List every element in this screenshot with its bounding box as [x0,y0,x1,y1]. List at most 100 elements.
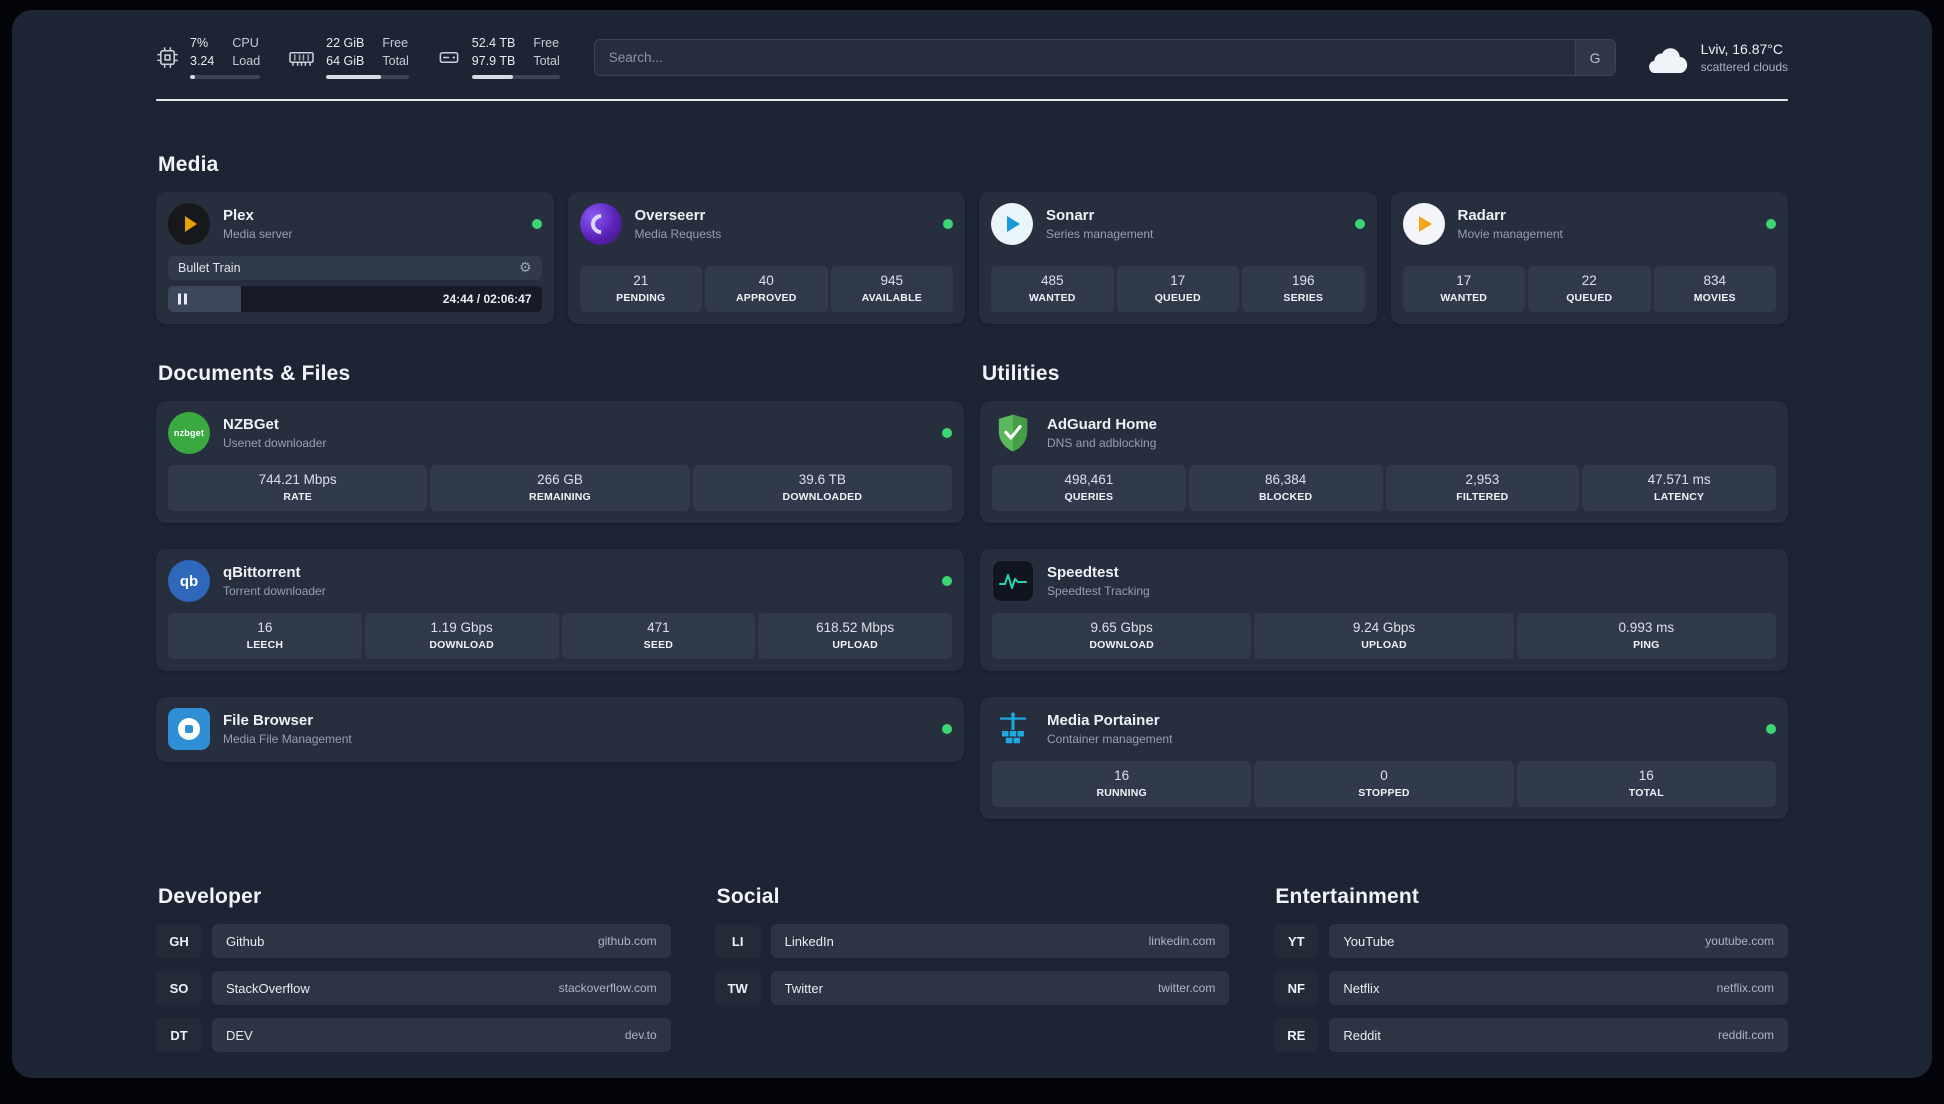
bookmark-row: NF Netflix netflix.com [1273,971,1788,1006]
disk-free-value: 52.4 TB [471,36,516,50]
service-card-speedtest[interactable]: Speedtest Speedtest Tracking 9.65 Gbps D… [980,549,1788,672]
service-card-radarr[interactable]: Radarr Movie management 17 WANTED 22 QUE… [1390,192,1788,325]
plex-progress-bar[interactable]: 24:44 / 02:06:47 [168,286,542,313]
bookmark-link-linkedin[interactable]: LinkedIn linkedin.com [770,924,1230,959]
bookmark-row: YT YouTube youtube.com [1273,924,1788,959]
service-card-filebrowser[interactable]: File Browser Media File Management [156,697,964,763]
bookmark-group-social: Social LI LinkedIn linkedin.com TW Twitt… [714,885,1230,1052]
bookmark-link-reddit[interactable]: Reddit reddit.com [1329,1018,1788,1053]
header-divider [156,99,1788,102]
speedtest-icon [992,560,1034,603]
section-title-utilities: Utilities [982,362,1060,386]
status-dot [1766,724,1776,735]
service-name: Plex [223,207,254,225]
gear-icon[interactable]: ⚙ [519,261,532,275]
bookmark-group-entertainment: Entertainment YT YouTube youtube.com NF … [1273,885,1788,1053]
stat-tile: 16 LEECH [168,613,362,660]
service-subtitle: Movie management [1457,227,1563,242]
stat-tile: 471 SEED [561,613,756,660]
nzbget-icon: nzbget [168,412,210,455]
service-name: Sonarr [1046,207,1095,225]
portainer-icon [992,708,1034,750]
disk-usage-bar-fill [471,75,514,80]
cpu-icon [156,46,179,69]
bookmark-link-github[interactable]: Github github.com [212,924,671,959]
cpu-usage-value: 7% [190,36,209,50]
disk-icon [437,46,461,69]
search-input[interactable] [594,40,1575,76]
status-dot [942,576,952,587]
ram-usage-bar-fill [326,75,381,80]
cpu-usage-bar-fill [190,75,195,80]
service-name: Radarr [1457,207,1506,225]
bookmark-badge[interactable]: YT [1273,924,1320,959]
bookmark-link-dev[interactable]: DEV dev.to [212,1018,671,1053]
weather-condition: scattered clouds [1700,60,1788,75]
status-dot [942,724,952,735]
stat-tile: 9.65 Gbps DOWNLOAD [992,613,1252,660]
bookmark-link-stackoverflow[interactable]: StackOverflow stackoverflow.com [212,971,671,1006]
service-subtitle: Container management [1047,732,1173,747]
pause-icon[interactable] [178,293,187,305]
bookmark-row: SO StackOverflow stackoverflow.com [156,971,671,1006]
service-card-overseerr[interactable]: Overseerr Media Requests 21 PENDING 40 A… [567,192,965,325]
section-title-documents: Documents & Files [158,362,351,386]
service-name: qBittorrent [223,564,301,582]
service-card-plex[interactable]: Plex Media server Bullet Train ⚙ 24:44 /… [156,192,554,325]
bookmark-badge[interactable]: NF [1273,971,1320,1006]
service-name: Media Portainer [1047,712,1160,730]
service-name: AdGuard Home [1047,416,1158,434]
bookmark-badge[interactable]: TW [714,971,761,1006]
stat-tile: 618.52 Mbps UPLOAD [758,613,952,660]
stat-tile: 17 WANTED [1402,266,1525,313]
service-card-adguard[interactable]: AdGuard Home DNS and adblocking 498,461 … [980,401,1788,524]
adguard-icon [992,412,1034,454]
bookmark-badge[interactable]: DT [156,1018,202,1053]
stat-tile: 485 WANTED [991,266,1114,313]
service-card-qbittorrent[interactable]: qb qBittorrent Torrent downloader 16 LEE… [156,549,964,672]
stat-tile: 47.571 ms LATENCY [1582,465,1776,512]
disk-total-value: 97.9 TB [471,53,516,68]
service-card-sonarr[interactable]: Sonarr Series management 485 WANTED 17 Q… [979,192,1377,325]
weather-location: Lviv, 16.87°C [1700,41,1783,58]
stat-tile: 86,384 BLOCKED [1188,465,1383,512]
bookmark-link-twitter[interactable]: Twitter twitter.com [770,971,1230,1006]
bookmark-badge[interactable]: SO [156,971,202,1006]
disk-widget: 52.4 TB Free 97.9 TB Total [437,36,560,80]
plex-icon [168,203,210,246]
bookmark-row: GH Github github.com [156,924,671,959]
ram-icon [288,46,315,69]
disk-usage-bar [471,75,560,80]
service-subtitle: Media server [223,227,293,242]
bookmark-badge[interactable]: LI [714,924,761,959]
bookmark-link-youtube[interactable]: YouTube youtube.com [1329,924,1788,959]
status-dot [942,428,952,439]
service-name: File Browser [223,712,314,730]
plex-now-playing: Bullet Train ⚙ [168,256,542,281]
stat-tile: 40 APPROVED [705,266,828,313]
sonarr-icon [991,203,1033,246]
ram-free-label: Free [382,36,409,50]
stat-tile: 22 QUEUED [1528,266,1651,313]
search-engine-button[interactable]: G [1574,40,1615,76]
section-documents: Documents & Files nzbget NZBGet Usenet d… [156,362,964,819]
ram-widget: 22 GiB Free 64 GiB Total [288,36,409,80]
service-card-portainer[interactable]: Media Portainer Container management 16 … [980,697,1788,820]
service-card-nzbget[interactable]: nzbget NZBGet Usenet downloader 744.21 M… [156,401,964,524]
bookmark-link-netflix[interactable]: Netflix netflix.com [1329,971,1788,1006]
stat-tile: 834 MOVIES [1653,266,1776,313]
service-name: Speedtest [1047,564,1119,582]
bookmark-badge[interactable]: RE [1273,1018,1320,1053]
overseerr-icon [579,203,622,246]
dashboard-panel: 7% CPU 3.24 Load 22 GiB Free 64 GiB Tota… [12,10,1932,1078]
cpu-load-label: Load [232,53,261,68]
bookmark-badge[interactable]: GH [156,924,202,959]
section-title-social: Social [716,885,780,909]
status-dot [1766,219,1776,230]
section-utilities: Utilities AdGuard Home DNS and adblockin… [980,362,1788,820]
stat-tile: 17 QUEUED [1116,266,1239,313]
top-bar: 7% CPU 3.24 Load 22 GiB Free 64 GiB Tota… [156,36,1788,80]
section-title-developer: Developer [158,885,262,909]
ram-usage-bar [326,75,409,80]
stat-tile: 945 AVAILABLE [830,266,953,313]
